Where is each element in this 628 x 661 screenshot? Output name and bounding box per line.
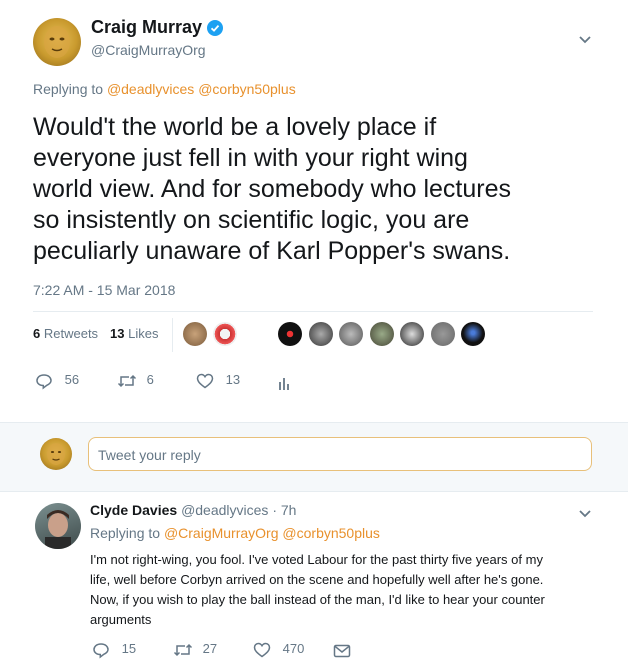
reply-retweet-action[interactable]: 27 [173,641,217,658]
author-avatar[interactable] [33,18,81,66]
reply-count: 15 [121,641,137,657]
replying-to: Replying to @deadlyvices @corbyn50plus [33,81,296,97]
tweet-text: Would't the world be a lovely place if e… [33,112,511,267]
liker-avatar[interactable] [461,322,486,346]
retweets-count: 6 [33,326,41,341]
direct-message-action[interactable] [333,642,351,660]
chevron-down-icon[interactable] [578,32,592,50]
face-image [44,26,70,58]
current-user-avatar [40,438,72,470]
liker-avatar[interactable] [339,322,364,346]
reply-age[interactable]: 7h [281,502,297,518]
liker-avatar[interactable] [400,322,425,346]
reply-to-mention-2[interactable]: @corbyn50plus [198,81,296,97]
chevron-down-icon[interactable] [578,506,592,524]
liker-avatar[interactable] [278,322,303,346]
separator-dot: · [272,502,277,518]
reply-count: 56 [64,372,80,388]
like-action[interactable]: 13 [196,372,240,389]
liker-avatar[interactable] [430,322,455,346]
reply-author-avatar[interactable] [35,503,81,549]
author-handle[interactable]: @CraigMurrayOrg [91,42,206,58]
replying-to-label: Replying to [33,81,104,97]
replying-to-label: Replying to [90,525,161,541]
divider [33,311,593,312]
retweet-icon [117,374,137,387]
envelope-icon [333,644,351,658]
stats-divider [172,318,173,352]
reply-reply-action[interactable]: 15 [92,641,136,659]
liker-avatar[interactable] [369,322,394,346]
likes-stat[interactable]: 13 Likes [110,326,158,341]
retweet-count: 27 [202,641,218,656]
face-image [47,443,65,465]
reply-text-line: I'm not right-wing, you fool. I've voted… [90,552,543,567]
like-count: 470 [282,641,305,656]
reply-header: Clyde Davies @deadlyvices · 7h [90,502,296,518]
liker-avatar[interactable] [308,322,333,346]
author-name[interactable]: Craig Murray [91,17,202,38]
retweets-label: Retweets [43,326,99,341]
heart-icon [196,373,214,388]
retweet-icon [173,643,193,656]
reply-text-line: Now, if you wish to play the ball instea… [90,592,545,607]
tweet-text-line: everyone just fell in with your right wi… [33,144,468,172]
reply-icon [93,643,109,659]
like-count: 13 [225,372,241,387]
reply-to-mention-1[interactable]: @CraigMurrayOrg [164,525,279,541]
verified-badge-icon [207,20,223,41]
tweet-text-line: world view. And for somebody who lecture… [33,175,512,203]
reply-icon [36,374,52,390]
face-image [45,510,71,549]
reply-to-mention-1[interactable]: @deadlyvices [107,81,194,97]
likes-count: 13 [110,326,125,341]
analytics-action[interactable] [278,374,290,392]
reply-author-name[interactable]: Clyde Davies [90,502,177,518]
retweet-action[interactable]: 6 [117,372,154,389]
liker-avatar[interactable] [183,322,207,346]
liker-avatars [183,322,487,346]
tweet-text-line: peculiarly unaware of Karl Popper's swan… [33,237,511,265]
reply-text-line: arguments [90,612,152,627]
reply-action[interactable]: 56 [35,372,79,390]
reply-text: I'm not right-wing, you fool. I've voted… [90,550,545,630]
reply-replying-to: Replying to @CraigMurrayOrg @corbyn50plu… [90,525,380,541]
reply-to-mention-2[interactable]: @corbyn50plus [282,525,380,541]
retweet-count: 6 [146,372,154,387]
tweet-text-line: so insistently on scientific logic, you … [33,206,470,234]
tweet-text-line: Would't the world be a lovely place if [33,113,437,141]
retweets-stat[interactable]: 6 Retweets [33,326,98,341]
heart-icon [253,642,271,657]
likes-label: Likes [128,326,159,341]
reply-input-placeholder: Tweet your reply [98,447,201,463]
reply-text-line: life, well before Corbyn arrived on the … [90,572,544,587]
reply-author-handle[interactable]: @deadlyvices [181,502,268,518]
reply-like-action[interactable]: 470 [253,641,304,658]
analytics-icon [279,377,289,390]
tweet-timestamp[interactable]: 7:22 AM - 15 Mar 2018 [33,282,175,298]
liker-avatar[interactable] [213,322,238,346]
reply-input[interactable]: Tweet your reply [88,437,592,471]
